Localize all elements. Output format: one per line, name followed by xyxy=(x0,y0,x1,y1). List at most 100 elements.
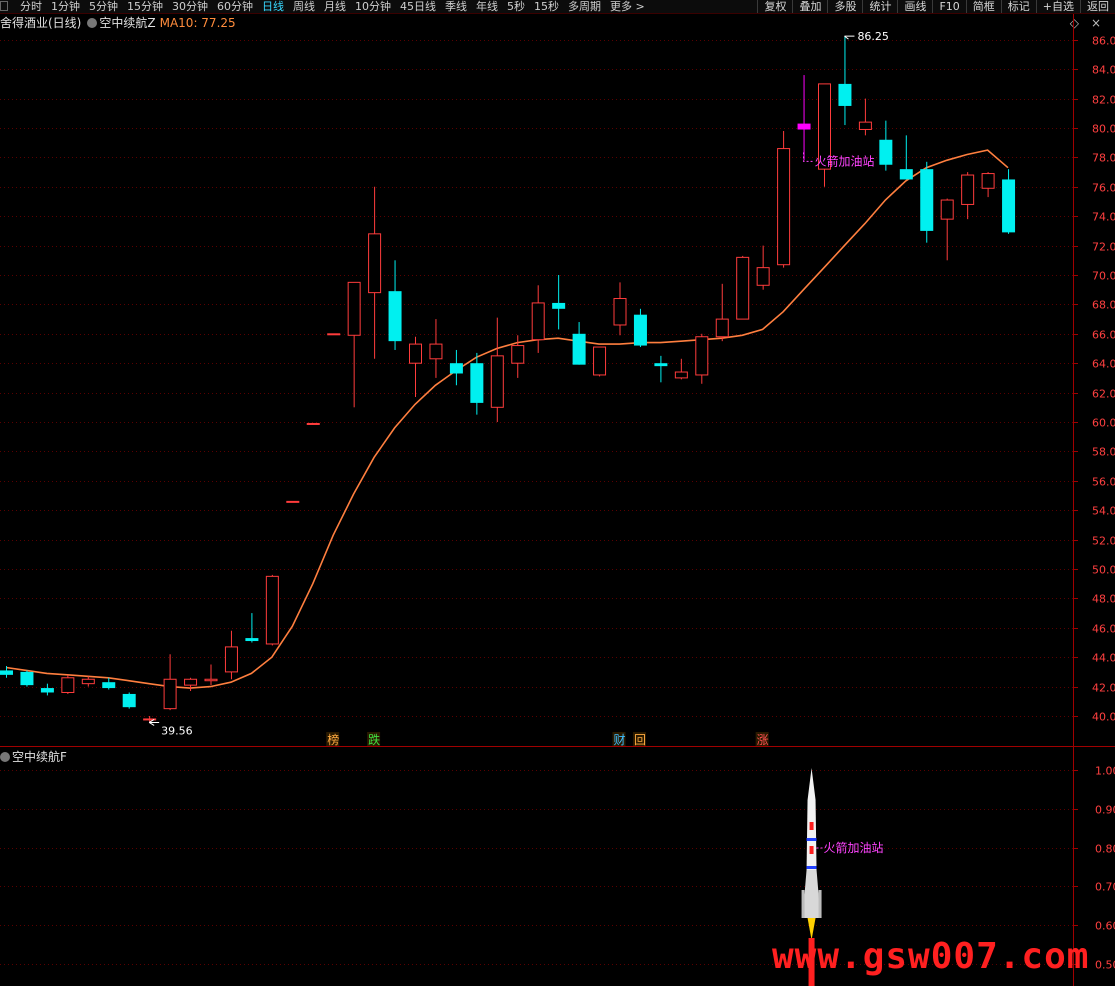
candle xyxy=(756,245,770,290)
candle xyxy=(858,98,872,136)
y-tick-label: 62.00 xyxy=(1092,388,1115,401)
candle xyxy=(879,120,893,171)
candle-body xyxy=(838,83,852,106)
candle xyxy=(695,333,709,384)
candle-body xyxy=(674,371,688,379)
candle-body xyxy=(347,281,361,336)
candle-body xyxy=(633,314,647,346)
candle xyxy=(306,422,320,425)
sub-y-tick-label: 0.90 xyxy=(1095,804,1115,817)
y-tick-label: 72.00 xyxy=(1092,241,1115,254)
candle-body xyxy=(20,671,34,686)
candle-body xyxy=(511,345,525,364)
candle-body xyxy=(40,688,54,693)
candle-body xyxy=(327,333,341,336)
sub-y-tick-label: 0.60 xyxy=(1095,920,1115,933)
candle-body xyxy=(184,678,198,686)
y-tick-label: 46.00 xyxy=(1092,623,1115,636)
high-marker xyxy=(844,35,855,40)
candle-body xyxy=(204,678,218,682)
event-marker: 回 xyxy=(634,733,646,747)
candle xyxy=(531,285,545,353)
y-tick-label: 66.00 xyxy=(1092,329,1115,342)
sub-indicator-name[interactable]: 空中续航F xyxy=(12,750,67,764)
candle xyxy=(81,676,95,687)
candle xyxy=(961,172,975,220)
candle-body xyxy=(306,422,320,425)
candle-body xyxy=(920,169,934,231)
candle-body xyxy=(449,363,463,374)
candle-body xyxy=(1002,179,1016,233)
candle-body xyxy=(715,318,729,338)
rocket-stripe-2 xyxy=(806,866,817,869)
kline-chart[interactable]: 86.00 84.00 82.00 80.00 78.00 76.00 74.00 72.00… xyxy=(0,0,1115,986)
y-tick-label: 52.00 xyxy=(1092,535,1115,548)
indicator-toggle-icon[interactable] xyxy=(0,752,10,762)
y-tick-label: 40.00 xyxy=(1092,711,1115,724)
watermark: www.gsw007.com xyxy=(772,936,1090,977)
candle-body xyxy=(531,302,545,341)
event-marker: 跌 xyxy=(368,732,380,747)
rocket-stage xyxy=(802,870,821,918)
y-tick-label: 54.00 xyxy=(1092,505,1115,518)
candle xyxy=(920,161,934,243)
candle xyxy=(449,349,463,386)
candle xyxy=(490,317,504,422)
candle xyxy=(20,670,34,687)
candle-body xyxy=(756,267,770,286)
candle-body xyxy=(0,670,13,675)
candle xyxy=(40,683,54,696)
candle xyxy=(163,654,177,711)
candle xyxy=(122,692,136,709)
y-tick-label: 60.00 xyxy=(1092,417,1115,430)
candle xyxy=(654,355,668,383)
candle-body xyxy=(858,121,872,130)
event-marker: 榜 xyxy=(327,732,339,747)
y-tick-label: 42.00 xyxy=(1092,682,1115,695)
rocket-body xyxy=(806,768,817,870)
candle xyxy=(470,352,484,415)
rocket-fin-left xyxy=(801,890,805,918)
y-tick-label: 74.00 xyxy=(1092,211,1115,224)
candle xyxy=(429,319,443,378)
signal-label-main: 火箭加油站 xyxy=(815,153,875,168)
candle-body xyxy=(736,256,750,320)
y-tick-label: 78.00 xyxy=(1092,152,1115,165)
candle-body xyxy=(265,575,279,645)
candle-body xyxy=(940,199,954,220)
high-price-label: 86.25 xyxy=(857,30,889,43)
candle-body xyxy=(981,173,995,189)
candle xyxy=(409,336,422,398)
y-tick-label: 44.00 xyxy=(1092,652,1115,665)
candle-body xyxy=(102,682,116,689)
candle-body xyxy=(61,677,75,693)
y-tick-label: 84.00 xyxy=(1092,64,1115,77)
sub-y-tick-label: 0.50 xyxy=(1095,959,1115,972)
sub-panel-header: 空中续航F xyxy=(0,749,67,765)
candle-body xyxy=(286,500,300,503)
y-tick-label: 50.00 xyxy=(1092,564,1115,577)
sub-y-tick-label: 0.80 xyxy=(1095,843,1115,856)
candle xyxy=(347,281,361,408)
rocket-window-1 xyxy=(809,822,814,830)
candle-body xyxy=(879,139,893,165)
y-tick-label: 86.00 xyxy=(1092,35,1115,48)
candle-body xyxy=(490,355,504,408)
y-tick-label: 80.00 xyxy=(1092,123,1115,136)
event-marker: 财 xyxy=(614,733,626,747)
candle-body xyxy=(695,336,709,376)
y-tick-label: 82.00 xyxy=(1092,94,1115,107)
y-tick-label: 48.00 xyxy=(1092,593,1115,606)
candle-body xyxy=(899,169,913,180)
y-tick-label: 58.00 xyxy=(1092,446,1115,459)
sub-y-tick-label: 0.70 xyxy=(1095,881,1115,894)
event-marker: 涨 xyxy=(757,732,769,747)
candle xyxy=(777,130,791,268)
y-tick-label: 64.00 xyxy=(1092,358,1115,371)
rocket-window-2 xyxy=(809,846,814,854)
candle-body xyxy=(470,363,484,403)
candle xyxy=(327,333,341,336)
candle xyxy=(61,674,75,694)
candle xyxy=(633,308,647,348)
candle xyxy=(368,186,382,359)
